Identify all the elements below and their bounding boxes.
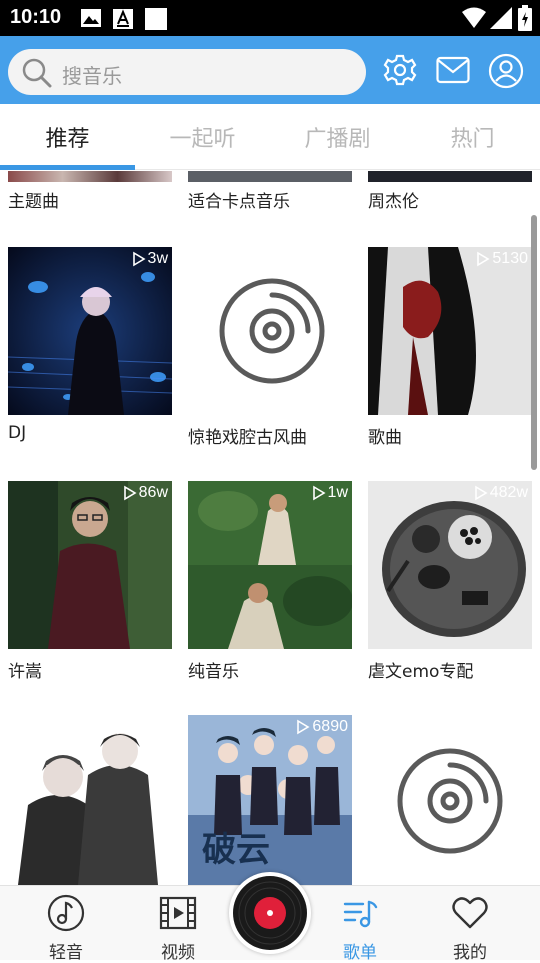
status-bar: 10:10	[0, 0, 540, 36]
playlist-grid[interactable]: 主题曲 适合卡点音乐 周杰伦 3w DJ 惊艳戏腔古风曲 5130 歌曲 86w…	[0, 171, 540, 885]
nav-label: 视频	[161, 943, 195, 963]
playlist-title: 周杰伦	[368, 192, 419, 212]
playlist-title: DJ	[8, 423, 27, 443]
nav-mine[interactable]: 我的	[430, 894, 510, 963]
nav-light-music[interactable]: 轻音	[26, 894, 106, 963]
mail-icon[interactable]	[436, 56, 470, 88]
playlist-cover: 破云	[188, 715, 352, 885]
nav-label: 轻音	[49, 943, 83, 963]
playlist-cover	[8, 715, 172, 885]
nav-video[interactable]: 视频	[138, 894, 218, 963]
playlist-card[interactable]: 周杰伦	[368, 171, 532, 212]
signal-icon	[490, 7, 512, 33]
blank-square-icon	[145, 8, 167, 34]
playlist-cover-placeholder	[188, 247, 352, 415]
playlist-card[interactable]: 5130 歌曲	[368, 247, 532, 448]
battery-icon	[518, 5, 532, 35]
playlist-card[interactable]: 86w 许嵩	[8, 481, 172, 682]
playlist-cover	[8, 171, 172, 182]
play-count: 6890	[296, 718, 348, 736]
music-note-icon	[47, 894, 85, 932]
playlist-title: 许嵩	[8, 662, 42, 682]
playlist-card[interactable]: 惊艳戏腔古风曲	[188, 247, 352, 448]
nav-label: 歌单	[343, 943, 377, 963]
tab-radio-drama[interactable]: 广播剧	[270, 121, 405, 153]
playlist-title: 适合卡点音乐	[188, 192, 290, 212]
playlist-cover	[188, 171, 352, 182]
a-badge-icon	[112, 8, 134, 34]
playlist-card[interactable]: 适合卡点音乐	[188, 171, 352, 212]
play-icon	[123, 485, 137, 501]
app-header: 搜音乐	[0, 36, 540, 104]
search-input[interactable]: 搜音乐	[8, 49, 366, 95]
play-count-value: 3w	[147, 250, 168, 267]
play-count-value: 482w	[489, 484, 528, 501]
play-icon	[297, 719, 310, 735]
playlist-icon	[343, 900, 378, 928]
playlist-card[interactable]: 5386	[8, 715, 172, 885]
settings-icon[interactable]	[383, 53, 417, 91]
playlist-title: 纯音乐	[188, 662, 239, 682]
playlist-cover-placeholder	[368, 715, 532, 885]
play-count: 86w	[123, 484, 168, 502]
tab-listen-together[interactable]: 一起听	[135, 121, 270, 153]
play-count: 1w	[312, 484, 348, 502]
playlist-cover	[368, 171, 532, 182]
disc-placeholder-icon	[219, 278, 325, 384]
play-icon	[477, 251, 490, 267]
playlist-cover	[368, 247, 532, 415]
playlist-cover	[8, 481, 172, 649]
play-count-value: 5386	[132, 718, 168, 735]
playlist-card[interactable]	[368, 715, 532, 885]
category-tabs: 推荐 一起听 广播剧 热门	[0, 104, 540, 170]
playlist-cover	[368, 481, 532, 649]
scrollbar[interactable]	[531, 215, 537, 470]
wifi-icon	[462, 7, 486, 33]
play-icon	[474, 485, 488, 501]
play-count: 5386	[116, 718, 168, 736]
image-icon	[80, 8, 102, 32]
playlist-card[interactable]: 主题曲	[8, 171, 172, 212]
tab-recommend[interactable]: 推荐	[0, 121, 135, 153]
play-count-value: 86w	[138, 484, 168, 501]
playlist-title: 惊艳戏腔古风曲	[188, 428, 307, 448]
play-count-value: 1w	[327, 484, 348, 501]
status-time: 10:10	[10, 6, 62, 28]
play-count-value: 5130	[492, 250, 528, 267]
now-playing-disc-button[interactable]	[229, 872, 311, 954]
playlist-card[interactable]: 482w 虐文emo专配	[368, 481, 532, 682]
search-placeholder: 搜音乐	[62, 64, 122, 88]
tab-hot[interactable]: 热门	[405, 121, 540, 153]
play-icon	[312, 485, 326, 501]
playlist-title: 歌曲	[368, 428, 402, 448]
playlist-cover	[188, 481, 352, 649]
search-icon	[22, 58, 52, 92]
play-count: 5130	[476, 250, 528, 268]
user-icon[interactable]	[488, 53, 524, 93]
nav-playlists[interactable]: 歌单	[320, 894, 400, 963]
disc-placeholder-icon	[397, 748, 503, 854]
play-count: 3w	[132, 250, 168, 268]
nav-label: 我的	[453, 943, 487, 963]
playlist-card[interactable]: 1w 纯音乐	[188, 481, 352, 682]
heart-icon	[452, 897, 488, 929]
playlist-card[interactable]: 3w DJ	[8, 247, 172, 447]
tab-indicator	[0, 165, 135, 170]
vinyl-disc-icon	[233, 876, 307, 950]
poster-text: 破云	[202, 830, 270, 870]
play-count: 482w	[474, 484, 528, 502]
playlist-title: 主题曲	[8, 192, 59, 212]
play-icon	[132, 251, 146, 267]
play-count-value: 6890	[312, 718, 348, 735]
film-icon	[159, 896, 197, 930]
playlist-card[interactable]: 破云 6890	[188, 715, 352, 885]
playlist-title: 虐文emo专配	[368, 662, 474, 682]
playlist-cover	[8, 247, 172, 415]
play-icon	[117, 719, 130, 735]
